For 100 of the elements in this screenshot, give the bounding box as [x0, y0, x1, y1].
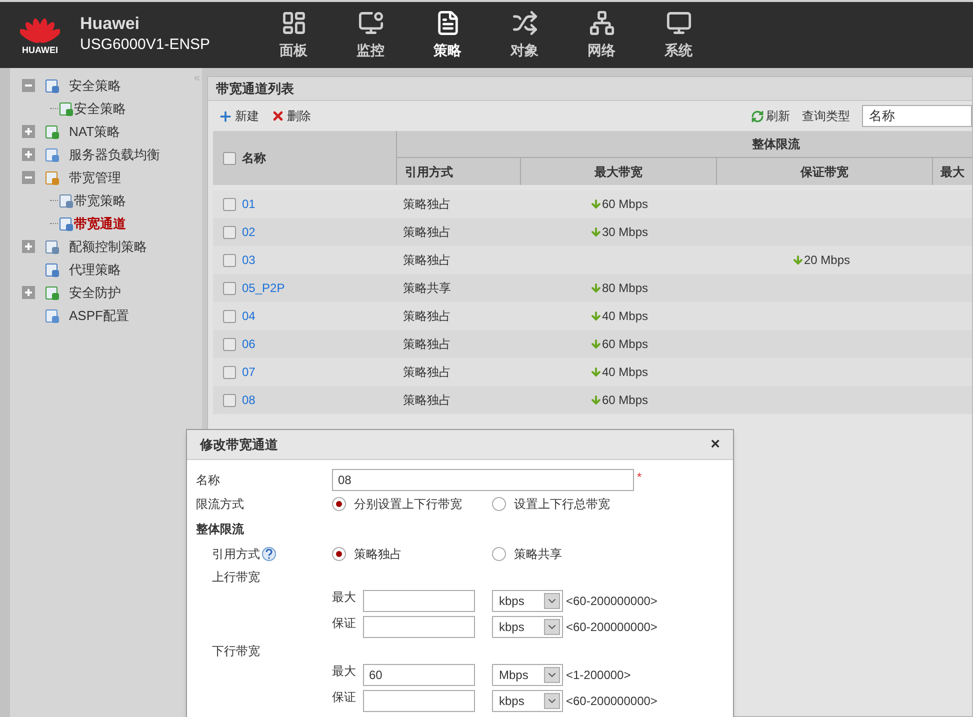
down-arrow-icon — [590, 394, 602, 406]
table-cell-text: 40 Mbps — [602, 308, 648, 325]
column-header: 最大带宽 — [594, 164, 642, 180]
checkbox[interactable] — [223, 254, 236, 266]
unit-select[interactable]: kbps — [492, 616, 563, 638]
down-arrow-icon — [590, 198, 602, 210]
tree-node-icon — [44, 308, 60, 324]
down-arrow-icon — [590, 366, 602, 378]
nav-tab[interactable]: 面板 — [255, 10, 332, 60]
help-icon[interactable] — [262, 547, 276, 561]
table-cell-text: 40 Mbps — [602, 364, 648, 381]
tree-item[interactable]: 带宽策略 — [74, 190, 126, 210]
monitor-icon — [666, 10, 692, 36]
tree-item[interactable]: 配额控制策略 — [69, 236, 147, 256]
down-arrow-icon — [590, 338, 602, 350]
channel-link[interactable]: 01 — [242, 195, 256, 213]
radio-button[interactable] — [492, 547, 506, 561]
checkbox[interactable] — [223, 152, 236, 164]
nav-tab[interactable]: 网络 — [563, 10, 640, 60]
radio-button[interactable] — [332, 497, 346, 511]
logo-text: HUAWEI — [22, 44, 58, 58]
minus-box-icon[interactable] — [22, 171, 35, 184]
unit-select[interactable]: kbps — [492, 690, 563, 712]
unit-select[interactable]: Mbps — [492, 664, 563, 686]
range-hint: <60-200000000> — [566, 593, 658, 610]
tree-item[interactable]: 代理策略 — [69, 260, 121, 280]
query-type-select[interactable]: 名称 — [862, 105, 972, 127]
radio-label: 分别设置上下行带宽 — [354, 496, 462, 513]
close-button[interactable]: × — [710, 432, 720, 456]
radio-label: 策略共享 — [514, 546, 562, 563]
minus-box-icon[interactable] — [22, 79, 35, 92]
shuffle-icon — [512, 10, 538, 36]
radio-button[interactable] — [492, 497, 506, 511]
dialog-title: 修改带宽通道 — [200, 436, 278, 454]
column-header: 保证带宽 — [800, 164, 848, 180]
radio-label: 设置上下行总带宽 — [514, 496, 610, 513]
dashboard-icon — [280, 10, 306, 36]
checkbox[interactable] — [223, 366, 236, 378]
table-cell: 策略独占 — [403, 337, 451, 351]
nav-tab[interactable]: 策略 — [409, 10, 486, 60]
checkbox[interactable] — [223, 394, 236, 406]
tree-item[interactable]: 带宽通道 — [74, 214, 126, 234]
unit-select[interactable]: kbps — [492, 590, 563, 612]
checkbox[interactable] — [223, 198, 236, 210]
field-label: 最大 — [332, 663, 357, 680]
tree-item[interactable]: 带宽管理 — [69, 168, 121, 188]
tree-node-icon — [58, 192, 74, 208]
delete-button[interactable]: 删除 — [271, 107, 311, 125]
tree-item[interactable]: ASPF配置 — [69, 306, 129, 326]
table-cell: 策略独占 — [403, 225, 451, 239]
checkbox[interactable] — [223, 310, 236, 322]
range-hint: <60-200000000> — [566, 693, 658, 710]
table-cell-text: 60 Mbps — [602, 196, 648, 213]
tree-item[interactable]: 服务器负载均衡 — [69, 144, 160, 164]
table-cell-text: 60 Mbps — [602, 392, 648, 409]
bandwidth-input[interactable] — [363, 616, 475, 638]
checkbox[interactable] — [223, 226, 236, 238]
channel-link[interactable]: 07 — [242, 363, 256, 381]
table-cell: 策略独占 — [403, 309, 451, 323]
close-icon — [271, 109, 285, 123]
nav-tab[interactable]: 系统 — [640, 10, 717, 60]
field-label: 限流方式 — [196, 496, 245, 513]
field-label: 保证 — [332, 615, 357, 632]
table-cell: 策略独占 — [403, 393, 451, 407]
tree-item[interactable]: 安全策略 — [74, 98, 126, 118]
tree-item[interactable]: NAT策略 — [69, 122, 120, 142]
panel-title: 带宽通道列表 — [216, 80, 294, 98]
plus-box-icon[interactable] — [22, 286, 35, 299]
name-input[interactable]: 08 — [332, 469, 634, 491]
table-cell-text: 30 Mbps — [602, 224, 648, 241]
refresh-button[interactable]: 刷新 — [751, 107, 790, 125]
tree-item[interactable]: 安全防护 — [69, 282, 121, 302]
field-label: 上行带宽 — [212, 569, 260, 586]
bandwidth-input[interactable] — [363, 690, 475, 712]
checkbox[interactable] — [223, 338, 236, 350]
nav-tab[interactable]: 对象 — [486, 10, 563, 60]
down-arrow-icon — [590, 310, 602, 322]
nav-tab[interactable]: 监控 — [332, 10, 409, 60]
checkbox[interactable] — [223, 282, 236, 294]
new-button[interactable]: 新建 — [218, 107, 259, 125]
tree-node-icon — [44, 238, 60, 254]
range-hint: <60-200000000> — [566, 619, 658, 636]
tree-node-icon — [44, 78, 60, 94]
bandwidth-input[interactable]: 60 — [363, 664, 475, 686]
bandwidth-input[interactable] — [363, 590, 475, 612]
tree-node-icon — [44, 262, 60, 278]
model-name: USG6000V1-ENSP — [80, 34, 212, 55]
down-arrow-icon — [792, 254, 804, 266]
query-type-label: 查询类型 — [802, 108, 850, 125]
plus-box-icon[interactable] — [22, 240, 35, 253]
channel-link[interactable]: 04 — [242, 307, 256, 325]
range-hint: <1-200000> — [566, 667, 631, 684]
plus-box-icon[interactable] — [22, 148, 35, 161]
radio-button[interactable] — [332, 547, 346, 561]
tree-item[interactable]: 安全策略 — [69, 76, 121, 96]
section-title: 整体限流 — [196, 521, 244, 538]
field-label: 下行带宽 — [212, 643, 260, 660]
channel-link[interactable]: 03 — [242, 251, 256, 269]
refresh-icon — [751, 110, 764, 122]
plus-box-icon[interactable] — [22, 125, 35, 138]
